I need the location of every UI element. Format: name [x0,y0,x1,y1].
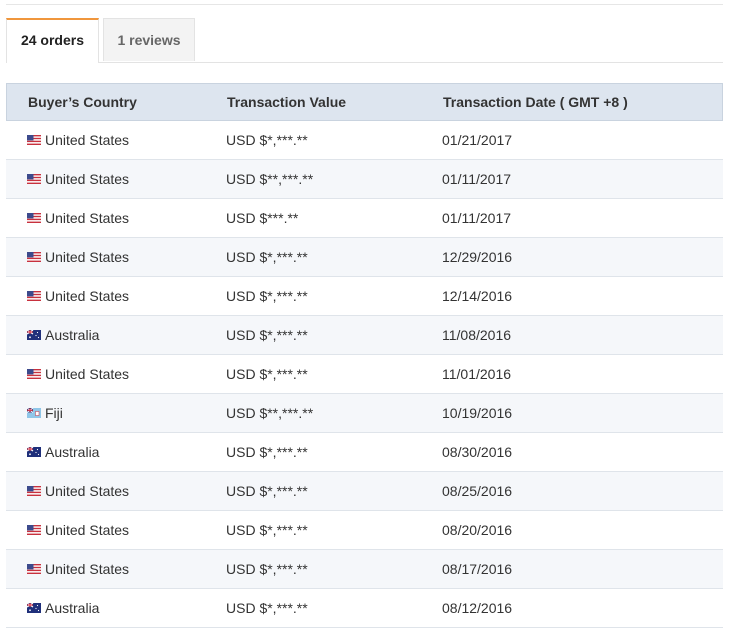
us-flag-icon [27,135,41,145]
cell-country: Australia [27,433,99,471]
country-name: United States [45,366,130,382]
cell-transaction-date: 11/08/2016 [442,327,512,343]
top-divider [6,4,723,5]
table-row: United States USD $*,***.** 12/29/2016 [6,238,723,277]
cell-transaction-value: USD $*,***.** [226,132,308,148]
cell-country: United States [27,355,129,393]
table-row: Australia USD $*,***.** 08/30/2016 [6,433,723,472]
cell-transaction-value: USD $*,***.** [226,444,308,460]
table-row: Australia USD $*,***.** 11/08/2016 [6,316,723,355]
cell-transaction-value: USD $*,***.** [226,561,308,577]
cell-transaction-value: USD $*,***.** [226,366,308,382]
country-name: United States [45,561,130,577]
country-name: United States [45,249,130,265]
cell-transaction-value: USD $*,***.** [226,327,308,343]
cell-country: Fiji [27,394,63,432]
cell-transaction-date: 08/30/2016 [442,444,513,460]
cell-country: United States [27,277,129,315]
table-body: United States USD $*,***.** 01/21/2017 Unit… [6,121,723,628]
cell-country: United States [27,472,129,510]
table-row: United States USD $*,***.** 08/20/2016 [6,511,723,550]
table-row: United States USD $*,***.** 11/01/2016 [6,355,723,394]
cell-country: United States [27,550,129,588]
cell-transaction-value: USD $*,***.** [226,522,308,538]
cell-country: United States [27,121,129,159]
country-name: Australia [45,444,100,460]
us-flag-icon [27,525,41,535]
cell-country: United States [27,511,129,549]
table-header: Buyer’s Country Transaction Value Transa… [6,83,723,121]
au-flag-icon [27,447,41,457]
us-flag-icon [27,291,41,301]
cell-transaction-value: USD $*,***.** [226,600,308,616]
cell-transaction-date: 12/14/2016 [442,288,513,304]
cell-transaction-date: 08/20/2016 [442,522,513,538]
transaction-history-page: 24 orders 1 reviews Buyer’s Country Tran… [0,0,731,629]
table-row: Fiji USD $**,***.** 10/19/2016 [6,394,723,433]
fj-flag-icon [27,408,41,418]
country-name: United States [45,522,130,538]
header-buyers-country: Buyer’s Country [28,94,137,110]
us-flag-icon [27,369,41,379]
cell-transaction-date: 11/01/2016 [442,366,512,382]
cell-transaction-date: 08/25/2016 [442,483,513,499]
country-name: United States [45,210,130,226]
cell-transaction-value: USD $*,***.** [226,483,308,499]
country-name: Australia [45,600,100,616]
cell-country: Australia [27,316,99,354]
header-transaction-value: Transaction Value [227,94,347,110]
cell-transaction-value: USD $**,***.** [226,171,314,187]
country-name: Australia [45,327,100,343]
au-flag-icon [27,330,41,340]
cell-transaction-value: USD $*,***.** [226,249,308,265]
transactions-table: Buyer’s Country Transaction Value Transa… [6,83,723,628]
cell-transaction-value: USD $**,***.** [226,405,314,421]
country-name: Fiji [45,405,63,421]
cell-transaction-date: 12/29/2016 [442,249,513,265]
us-flag-icon [27,174,41,184]
tab-reviews[interactable]: 1 reviews [103,18,195,61]
table-row: United States USD $*,***.** 08/25/2016 [6,472,723,511]
cell-transaction-value: USD $***.** [226,210,299,226]
cell-country: United States [27,160,129,198]
country-name: United States [45,132,130,148]
cell-transaction-date: 10/19/2016 [442,405,513,421]
us-flag-icon [27,486,41,496]
country-name: United States [45,483,130,499]
country-name: United States [45,171,130,187]
tab-bar: 24 orders 1 reviews [6,18,723,63]
cell-country: United States [27,199,129,237]
table-row: United States USD $*,***.** 12/14/2016 [6,277,723,316]
us-flag-icon [27,564,41,574]
cell-country: Australia [27,589,99,627]
cell-transaction-value: USD $*,***.** [226,288,308,304]
au-flag-icon [27,603,41,613]
cell-transaction-date: 01/11/2017 [442,210,512,226]
country-name: United States [45,288,130,304]
table-row: United States USD $*,***.** 01/21/2017 [6,121,723,160]
cell-transaction-date: 08/12/2016 [442,600,513,616]
cell-transaction-date: 01/11/2017 [442,171,512,187]
table-row: United States USD $**,***.** 01/11/2017 [6,160,723,199]
tab-orders[interactable]: 24 orders [6,18,99,63]
us-flag-icon [27,213,41,223]
us-flag-icon [27,252,41,262]
cell-country: United States [27,238,129,276]
table-row: Australia USD $*,***.** 08/12/2016 [6,589,723,628]
table-row: United States USD $***.** 01/11/2017 [6,199,723,238]
header-transaction-date: Transaction Date ( GMT +8 ) [443,94,628,110]
cell-transaction-date: 01/21/2017 [442,132,513,148]
cell-transaction-date: 08/17/2016 [442,561,513,577]
table-row: United States USD $*,***.** 08/17/2016 [6,550,723,589]
